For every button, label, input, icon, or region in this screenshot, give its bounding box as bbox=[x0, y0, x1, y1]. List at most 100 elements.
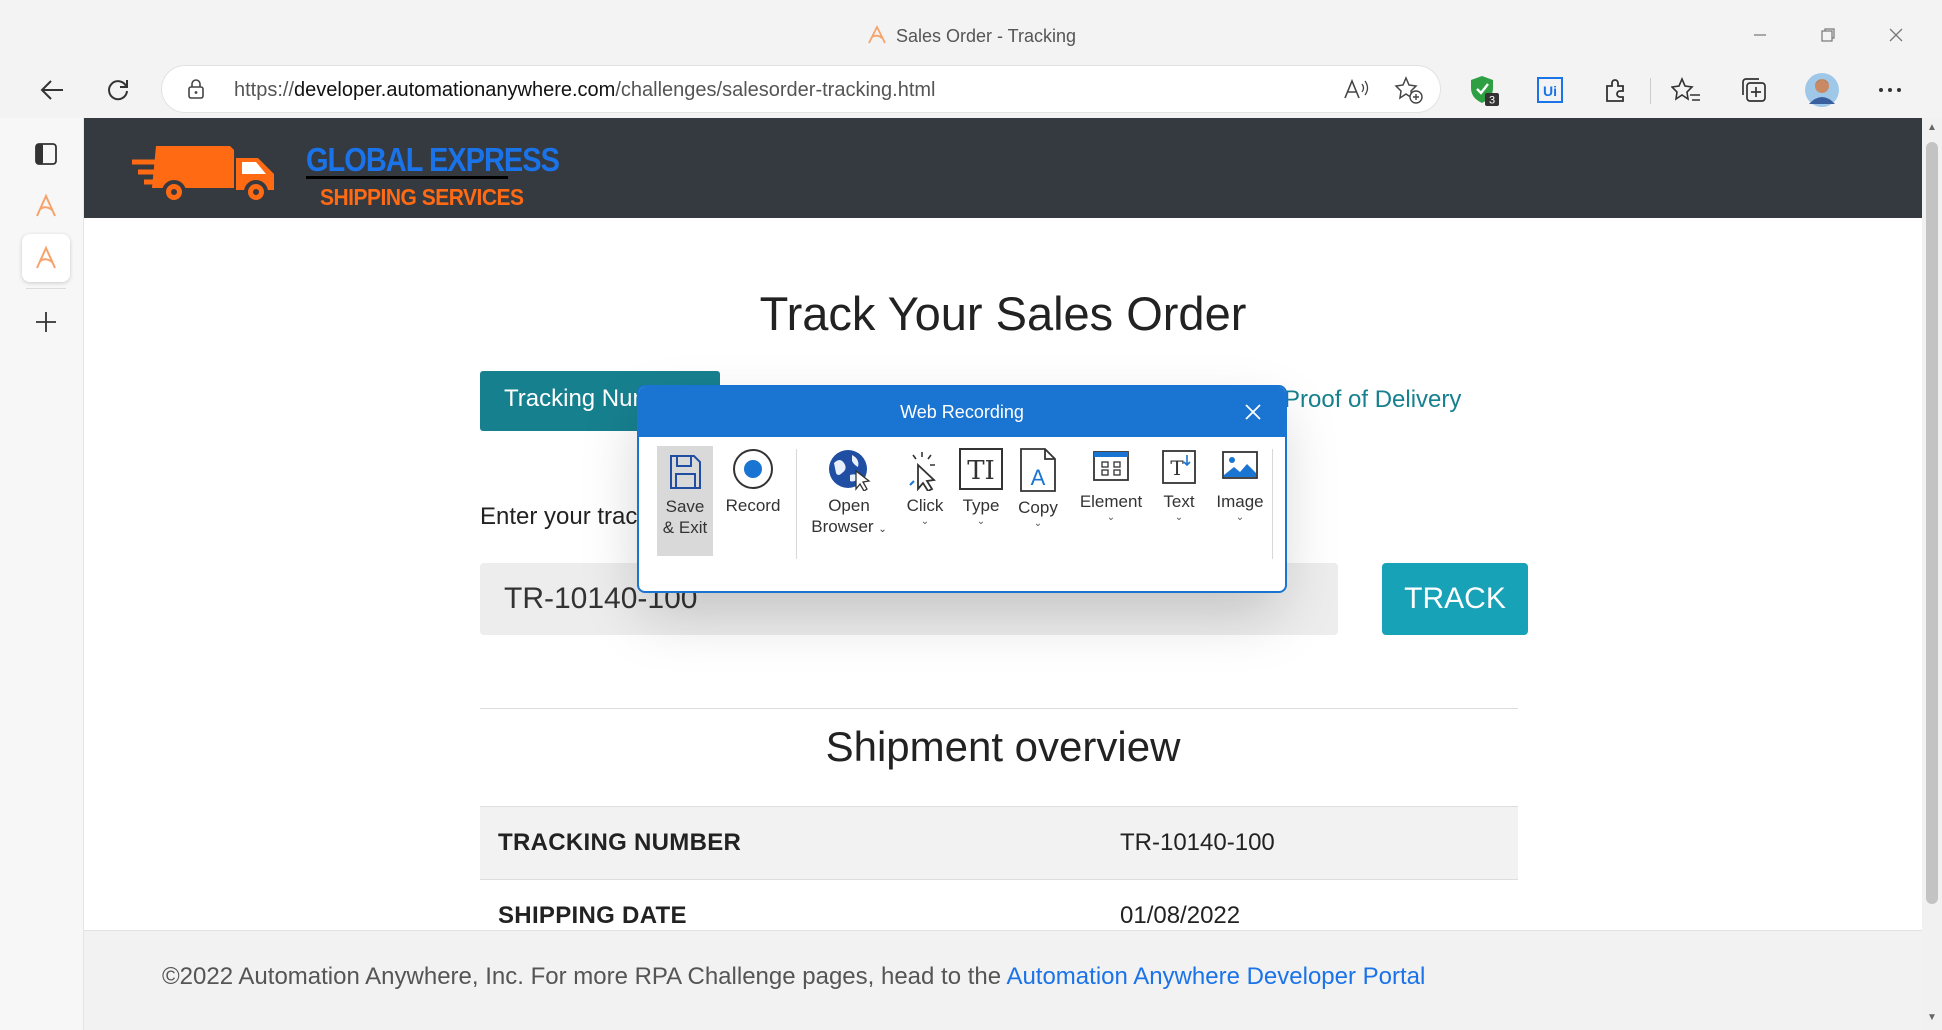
chevron-down-icon[interactable]: ⌄ bbox=[1073, 512, 1149, 524]
close-window-button[interactable] bbox=[1876, 18, 1916, 52]
scroll-up-arrow-icon[interactable]: ▲ bbox=[1926, 122, 1938, 134]
section-divider bbox=[480, 708, 1518, 709]
lock-icon[interactable] bbox=[186, 78, 206, 100]
refresh-button[interactable] bbox=[96, 68, 140, 112]
uipath-extension-button[interactable]: Ui bbox=[1528, 68, 1572, 112]
chevron-down-icon[interactable]: ⌄ bbox=[878, 524, 886, 535]
shield-extension-icon: 3 bbox=[1471, 76, 1499, 107]
open-browser-label: Open bbox=[828, 496, 870, 515]
text-action-button[interactable]: T Text ⌄ bbox=[1151, 447, 1207, 559]
uipath-extension-label: Ui bbox=[1543, 83, 1557, 99]
click-label: Click bbox=[906, 496, 944, 515]
chevron-down-icon[interactable]: ⌄ bbox=[1207, 512, 1273, 524]
image-action-button[interactable]: Image ⌄ bbox=[1207, 447, 1273, 559]
automation-anywhere-icon bbox=[36, 193, 56, 217]
shipment-overview-title: Shipment overview bbox=[825, 723, 1181, 770]
track-button[interactable]: TRACK bbox=[1382, 563, 1528, 635]
page-scrollbar[interactable]: ▲ ▼ bbox=[1922, 118, 1942, 1030]
url-host: developer.automationanywhere.com bbox=[294, 79, 616, 101]
avatar bbox=[1805, 73, 1839, 107]
tab-automation-anywhere-active[interactable] bbox=[22, 234, 70, 282]
element-grid-icon bbox=[1093, 451, 1129, 481]
svg-text:T: T bbox=[1170, 456, 1184, 480]
chevron-down-icon[interactable]: ⌄ bbox=[1151, 512, 1207, 524]
scroll-down-arrow-icon[interactable]: ▼ bbox=[1926, 1012, 1938, 1024]
overview-key: SHIPPING DATE bbox=[498, 902, 687, 929]
favorites-button[interactable] bbox=[1664, 68, 1708, 112]
url-scheme: https:// bbox=[234, 79, 295, 101]
image-label: Image bbox=[1216, 492, 1264, 511]
record-label: Record bbox=[725, 496, 781, 515]
extensions-button[interactable] bbox=[1594, 68, 1638, 112]
truck-icon bbox=[132, 146, 274, 204]
scrollbar-thumb[interactable] bbox=[1926, 142, 1938, 904]
site-footer: ©2022 Automation Anywhere, Inc. For more… bbox=[84, 930, 1922, 1030]
logo-subtitle: SHIPPING SERVICES bbox=[320, 185, 524, 211]
page-title: Track Your Sales Order bbox=[759, 287, 1247, 340]
url-text[interactable]: https://developer.automationanywhere.com… bbox=[234, 79, 936, 102]
arrow-left-icon bbox=[40, 80, 63, 100]
save-exit-label: Save bbox=[665, 497, 705, 516]
text-icon: T bbox=[1162, 450, 1196, 484]
save-exit-button[interactable]: Save & Exit bbox=[657, 446, 713, 556]
copy-document-icon: A bbox=[1020, 448, 1056, 492]
refresh-icon bbox=[108, 80, 128, 101]
type-action-button[interactable]: TI Type ⌄ bbox=[953, 447, 1009, 559]
overview-value: 01/08/2022 bbox=[1120, 902, 1241, 929]
image-icon bbox=[1222, 451, 1258, 479]
minimize-button[interactable] bbox=[1740, 18, 1780, 52]
read-aloud-button[interactable] bbox=[1342, 75, 1372, 105]
tab-actions-button[interactable] bbox=[22, 130, 70, 178]
table-row: TRACKING NUMBER TR-10140-100 bbox=[480, 806, 1518, 880]
recorder-close-button[interactable] bbox=[1241, 400, 1265, 424]
window-title: Sales Order - Tracking bbox=[0, 24, 1942, 47]
open-browser-label-2: Browser bbox=[811, 517, 874, 536]
recorder-header[interactable]: Web Recording bbox=[639, 387, 1285, 437]
click-cursor-icon bbox=[909, 452, 936, 491]
browser-toolbar: https://developer.automationanywhere.com… bbox=[0, 60, 1942, 118]
extension-badge-count: 3 bbox=[1489, 95, 1495, 107]
svg-text:TI: TI bbox=[967, 456, 995, 486]
tab-proof-of-delivery[interactable]: Proof of Delivery bbox=[1284, 386, 1461, 414]
logo-title: GLOBAL EXPRESS bbox=[306, 142, 560, 179]
open-browser-button[interactable]: Open Browser ⌄ bbox=[803, 447, 895, 559]
overview-value: TR-10140-100 bbox=[1120, 829, 1275, 856]
tab-actions-icon bbox=[35, 143, 57, 165]
tab-automation-anywhere-1[interactable] bbox=[22, 182, 70, 230]
chevron-down-icon[interactable]: ⌄ bbox=[953, 516, 1009, 528]
collections-button[interactable] bbox=[1732, 68, 1776, 112]
click-action-button[interactable]: Click ⌄ bbox=[897, 447, 953, 559]
puzzle-icon bbox=[1606, 79, 1624, 102]
overview-key: TRACKING NUMBER bbox=[498, 829, 742, 856]
type-text-icon: TI bbox=[959, 448, 1003, 490]
toolbar-separator bbox=[796, 449, 797, 559]
recorder-title: Web Recording bbox=[900, 402, 1024, 422]
developer-portal-link[interactable]: Automation Anywhere Developer Portal bbox=[1006, 963, 1425, 990]
read-aloud-icon bbox=[1344, 78, 1369, 99]
sidebar-divider bbox=[26, 288, 66, 289]
copy-action-button[interactable]: A Copy ⌄ bbox=[1009, 447, 1067, 559]
minimize-icon bbox=[1754, 34, 1766, 36]
svg-text:A: A bbox=[1031, 465, 1046, 490]
plus-icon bbox=[36, 312, 56, 332]
shield-extension-button[interactable]: 3 bbox=[1462, 68, 1506, 112]
add-favorite-button[interactable] bbox=[1394, 75, 1424, 105]
save-icon bbox=[670, 455, 701, 489]
chevron-down-icon[interactable]: ⌄ bbox=[1009, 518, 1067, 530]
element-action-button[interactable]: Element ⌄ bbox=[1073, 447, 1149, 559]
profile-button[interactable] bbox=[1800, 68, 1844, 112]
web-recording-dialog: Web Recording Save & Exit Record Open Br… bbox=[637, 385, 1287, 593]
more-menu-button[interactable] bbox=[1868, 68, 1912, 112]
address-bar[interactable]: https://developer.automationanywhere.com… bbox=[162, 66, 1440, 112]
automation-anywhere-tab-icon bbox=[868, 24, 886, 44]
vertical-tabs-sidebar bbox=[0, 118, 84, 1030]
favorites-list-icon bbox=[1671, 76, 1700, 101]
back-button[interactable] bbox=[30, 68, 74, 112]
type-label: Type bbox=[962, 496, 1000, 515]
restore-button[interactable] bbox=[1808, 18, 1848, 52]
record-button[interactable]: Record bbox=[719, 447, 787, 559]
global-express-logo[interactable]: GLOBAL EXPRESS SHIPPING SERVICES bbox=[130, 130, 560, 210]
new-tab-button[interactable] bbox=[22, 298, 70, 346]
restore-icon bbox=[1821, 28, 1835, 42]
chevron-down-icon[interactable]: ⌄ bbox=[897, 516, 953, 528]
